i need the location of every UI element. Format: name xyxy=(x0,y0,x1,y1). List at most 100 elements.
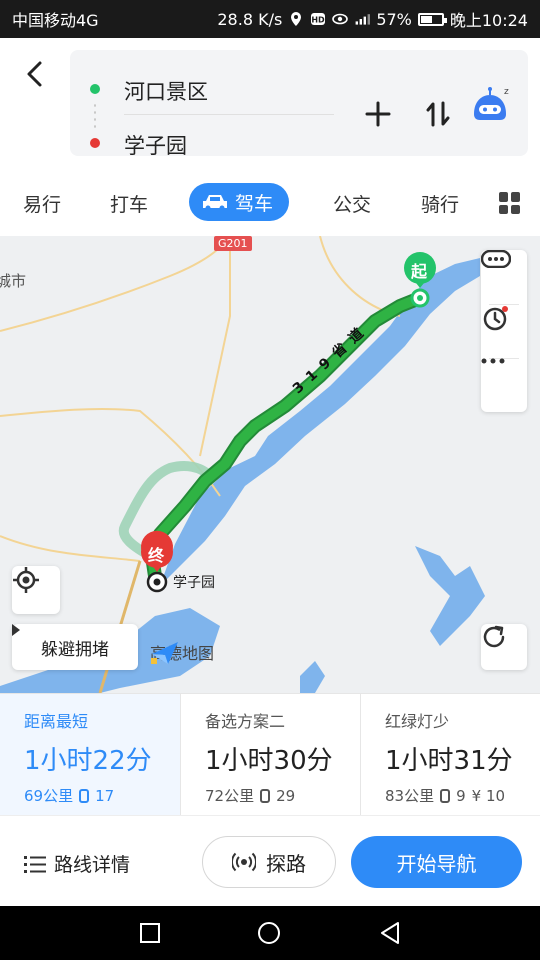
end-location-field[interactable]: 学子园 xyxy=(124,130,187,160)
network-speed: 28.8 K/s xyxy=(217,9,283,29)
swap-icon xyxy=(426,101,450,127)
amap-logo: 高德地图 xyxy=(150,640,214,664)
start-navigation-label: 开始导航 xyxy=(396,851,477,876)
route-card: 河口景区 学子园 z xyxy=(70,50,528,158)
refresh-icon xyxy=(483,625,505,648)
road-6 xyxy=(319,236,401,317)
transport-tabs: 易行 打车 驾车 公交 骑行 xyxy=(0,168,540,236)
option-3-tolls: ¥ 10 xyxy=(471,786,506,805)
home-button-icon[interactable] xyxy=(257,921,281,945)
route-connector xyxy=(94,102,96,128)
avoid-congestion-label: 躲避拥堵 xyxy=(41,639,109,660)
road-1 xyxy=(0,236,231,332)
add-waypoint-button[interactable] xyxy=(364,100,392,128)
triangle-right-icon xyxy=(12,624,20,636)
start-location-field[interactable]: 河口景区 xyxy=(124,76,208,106)
traffic-light-icon xyxy=(440,788,451,803)
route-options: 距离最短 1小时22分 69公里 17 备选方案二 1小时30分 72公里 29… xyxy=(0,693,540,816)
option-3-meta: 83公里 9 ¥ 10 xyxy=(385,785,540,806)
map-view[interactable]: G201 城市 319省道 起 终 学子园 躲避拥堵 高德地图 xyxy=(0,236,540,693)
route-header: 河口景区 学子园 z xyxy=(0,38,540,168)
more-button[interactable] xyxy=(481,358,527,412)
road-3 xyxy=(199,236,231,457)
back-button[interactable] xyxy=(18,58,50,90)
start-marker-label: 起 xyxy=(411,262,428,281)
road-4 xyxy=(0,535,141,562)
broadcast-icon xyxy=(232,852,256,872)
option-1-distance: 69公里 xyxy=(24,787,74,805)
divider xyxy=(124,114,334,115)
route-option-1[interactable]: 距离最短 1小时22分 69公里 17 xyxy=(0,694,180,816)
tab-bus[interactable]: 公交 xyxy=(333,190,371,217)
option-3-label: 红绿灯少 xyxy=(385,712,450,731)
end-marker-label: 终 xyxy=(148,546,165,565)
battery-percent: 57% xyxy=(376,9,412,29)
start-navigation-button[interactable]: 开始导航 xyxy=(351,836,522,888)
city-label: 城市 xyxy=(0,272,27,290)
status-bar: 中国移动4G 28.8 K/s HD 57% 晚上10:24 xyxy=(0,0,540,38)
amap-logo-icon xyxy=(151,642,178,664)
more-icon xyxy=(481,358,505,364)
route-option-3[interactable]: 红绿灯少 1小时31分 83公里 9 ¥ 10 xyxy=(360,694,540,816)
explore-button[interactable]: 探路 xyxy=(202,836,336,888)
option-2-lights: 29 xyxy=(276,786,296,805)
battery-icon xyxy=(417,12,447,26)
option-3-time: 1小时31分 xyxy=(385,746,513,776)
route-details-button[interactable]: 路线详情 xyxy=(24,850,130,877)
list-icon xyxy=(24,855,46,873)
traffic-light-icon xyxy=(260,788,271,803)
option-2-distance: 72公里 xyxy=(205,787,255,805)
road-2 xyxy=(0,407,221,497)
tab-drive-label: 驾车 xyxy=(235,192,274,215)
crosshair-icon xyxy=(13,567,39,593)
location-icon xyxy=(291,12,302,26)
start-dot-icon xyxy=(90,84,100,94)
water-spot xyxy=(300,661,325,693)
car-icon xyxy=(203,195,227,211)
option-1-lights: 17 xyxy=(95,786,115,805)
clock-icon xyxy=(483,306,508,331)
history-button[interactable] xyxy=(481,304,527,358)
carrier-label: 中国移动4G xyxy=(12,11,99,30)
option-2-time: 1小时30分 xyxy=(205,746,333,776)
tab-walk[interactable]: 易行 xyxy=(23,190,61,217)
svg-text:z: z xyxy=(504,87,509,97)
signal-icon xyxy=(355,14,371,25)
avoid-congestion-button[interactable]: 躲避拥堵 xyxy=(12,624,138,670)
tab-bike[interactable]: 骑行 xyxy=(421,190,459,217)
robot-icon: z xyxy=(474,87,509,120)
eye-icon xyxy=(332,13,349,25)
chevron-left-icon xyxy=(27,61,42,87)
traffic-button[interactable] xyxy=(481,250,527,304)
map-controls xyxy=(481,250,527,412)
road-badge: G201 xyxy=(214,236,252,251)
swap-route-button[interactable] xyxy=(424,100,452,128)
svg-text:HD: HD xyxy=(312,16,326,25)
action-bar: 路线详情 探路 开始导航 xyxy=(0,815,540,906)
traffic-icon xyxy=(481,250,511,268)
explore-label: 探路 xyxy=(266,851,306,876)
option-1-meta: 69公里 17 xyxy=(24,785,180,806)
system-nav-bar xyxy=(0,906,540,960)
locate-button[interactable] xyxy=(12,566,60,614)
route-option-2[interactable]: 备选方案二 1小时30分 72公里 29 xyxy=(180,694,360,816)
recents-button-icon[interactable] xyxy=(138,921,162,945)
refresh-route-button[interactable] xyxy=(481,624,527,670)
pond-water xyxy=(415,546,485,646)
hd-icon: HD xyxy=(311,13,326,25)
option-3-distance: 83公里 xyxy=(385,787,435,805)
route-details-label: 路线详情 xyxy=(54,854,131,876)
more-modes-icon[interactable] xyxy=(499,192,521,214)
destination-label: 学子园 xyxy=(173,575,215,591)
option-1-time: 1小时22分 xyxy=(24,746,152,776)
assistant-button[interactable]: z xyxy=(468,84,512,128)
option-1-label: 距离最短 xyxy=(24,712,89,731)
clock: 晚上10:24 xyxy=(449,11,528,30)
tab-drive[interactable]: 驾车 xyxy=(189,183,290,221)
option-2-meta: 72公里 29 xyxy=(205,785,360,806)
back-button-icon[interactable] xyxy=(378,921,402,945)
option-3-lights: 9 xyxy=(456,786,466,805)
tab-taxi[interactable]: 打车 xyxy=(110,190,148,217)
plus-icon xyxy=(365,101,391,127)
traffic-light-icon xyxy=(79,788,90,803)
